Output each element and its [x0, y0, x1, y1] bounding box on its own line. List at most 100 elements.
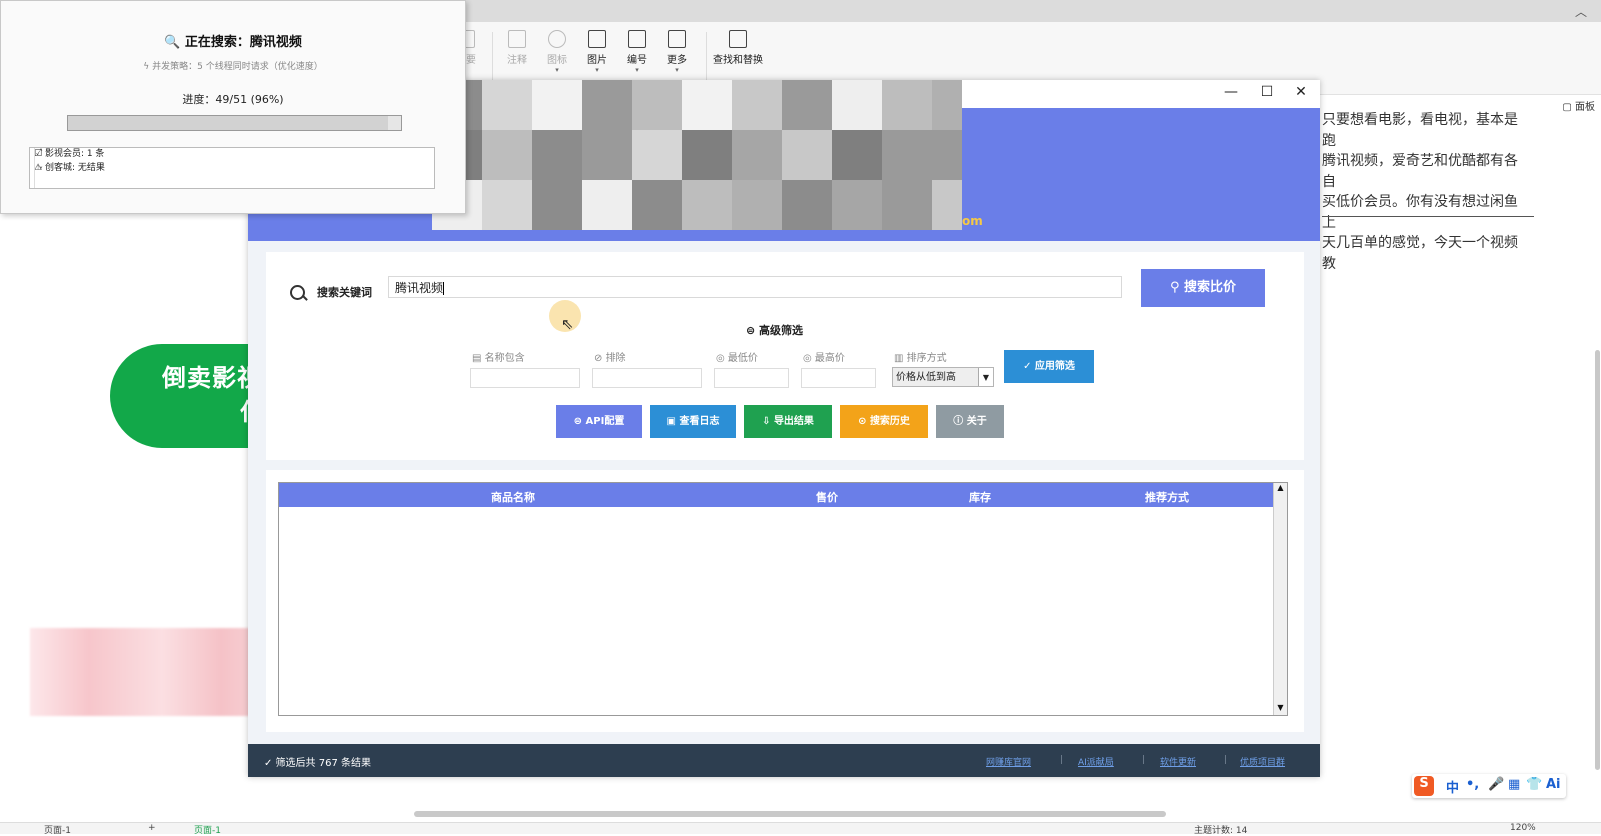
search-history-label: 搜索历史 [869, 416, 910, 427]
keyword-input[interactable]: 腾讯视频 [388, 276, 1122, 298]
mosaic-tile [932, 80, 962, 130]
mosaic-tile [882, 130, 932, 180]
column-header-name[interactable]: 商品名称 [491, 489, 535, 505]
add-page-icon[interactable]: + [148, 823, 156, 833]
scroll-down-icon[interactable]: ▼ [1274, 703, 1287, 715]
column-header-price[interactable]: 售价 [816, 489, 838, 505]
ribbon-tool-label: 编号 [627, 55, 647, 66]
view-log-label: 查看日志 [679, 416, 720, 427]
mosaic-tile [532, 130, 582, 180]
apply-filter-button[interactable]: ✓ 应用筛选 [1004, 350, 1094, 383]
max-price-label: ◎ 最高价 [803, 353, 845, 364]
search-log[interactable]: ☑ 影视会员: 1 条 ⚠ 创客城: 无结果 ˄ ˅ [29, 147, 435, 189]
mosaic-tile [732, 130, 782, 180]
footer-separator: | [1142, 755, 1146, 765]
link-software-update[interactable]: 软件更新 [1160, 755, 1196, 768]
skin-icon[interactable]: 👕 [1526, 777, 1542, 792]
export-results-button[interactable]: ⇩ 导出结果 [744, 405, 832, 438]
keyword-label: 搜索关键词 [317, 286, 372, 299]
column-header-recommend[interactable]: 推荐方式 [1145, 489, 1189, 505]
link-ai-bureau[interactable]: AI派献局 [1078, 755, 1114, 768]
minimize-icon[interactable]: — [1216, 84, 1246, 100]
search-history-button[interactable]: ⊙ 搜索历史 [840, 405, 928, 438]
api-config-label: API配置 [585, 416, 625, 427]
zoom-level[interactable]: 120% [1510, 823, 1536, 833]
ribbon-numbering-button[interactable]: 编号 ▾ [615, 30, 659, 74]
search-progress-dialog: 🔍 正在搜索：腾讯视频 ϟ 并发策略：5 个线程同时请求（优化速度） 进度：49… [0, 0, 466, 214]
document-horizontal-scrollbar[interactable] [414, 811, 1166, 817]
document-scrollbar[interactable] [1595, 350, 1600, 770]
mosaic-tile [932, 130, 962, 180]
search-compare-button[interactable]: ⚲ 搜索比价 [1141, 269, 1265, 307]
collapse-ribbon-icon[interactable]: ︿ [1575, 3, 1587, 20]
scroll-up-icon[interactable]: ▲ [1274, 483, 1287, 495]
keyboard-icon[interactable]: ▦ [1508, 777, 1520, 792]
ribbon-tool-label: 图片 [587, 55, 607, 66]
maximize-icon[interactable]: ☐ [1252, 84, 1282, 100]
view-log-button[interactable]: ▣ 查看日志 [650, 405, 736, 438]
ribbon-icon-button[interactable]: 图标 ▾ [535, 30, 579, 74]
link-project-group[interactable]: 优质项目群 [1240, 755, 1285, 768]
mosaic-tile [632, 80, 682, 130]
mosaic-tile [482, 180, 532, 230]
min-price-input[interactable] [714, 368, 789, 388]
mosaic-tile [482, 80, 532, 130]
sort-select[interactable]: 价格从低到高 ▼ [892, 367, 994, 387]
advanced-filter-title: ⊜ 高级筛选 [746, 324, 804, 337]
ribbon-find-replace-button[interactable]: 查找和替换 [710, 30, 766, 66]
log-scrollbar[interactable]: ˄ ˅ [34, 148, 47, 188]
name-contains-input[interactable] [470, 368, 580, 388]
page-selector[interactable]: 页面-1 [44, 823, 71, 836]
panel-toggle-button[interactable]: ▢ 面板 [1562, 98, 1595, 113]
dropdown-caret-icon: ▾ [595, 66, 599, 74]
ribbon-annotation-button[interactable]: 注释 [495, 30, 539, 66]
log-entry-text: 影视会员: 1 条 [44, 149, 105, 159]
progress-fill [68, 116, 388, 130]
mosaic-tile [582, 80, 632, 130]
sogou-logo-icon: S [1414, 776, 1434, 796]
dropdown-caret-icon: ▾ [675, 66, 679, 74]
ribbon-image-button[interactable]: 图片 ▾ [575, 30, 619, 74]
chinese-mode-icon[interactable]: 中 [1446, 777, 1459, 796]
ribbon-tool-label: 查找和替换 [713, 55, 763, 66]
ribbon-tool-label: 注释 [507, 55, 527, 66]
icon-library-icon [548, 30, 566, 48]
link-official-site[interactable]: 网赚库官网 [986, 755, 1031, 768]
mosaic-tile [682, 180, 732, 230]
column-header-stock[interactable]: 库存 [969, 489, 991, 505]
close-icon[interactable]: ✕ [1286, 84, 1316, 100]
ribbon-more-button[interactable]: 更多 ▾ [655, 30, 699, 74]
progress-bar [67, 115, 402, 131]
mosaic-tile [782, 180, 832, 230]
mosaic-tile [632, 130, 682, 180]
table-scrollbar[interactable]: ▲ ▼ [1273, 483, 1287, 715]
mosaic-tile [632, 180, 682, 230]
document-line: 只要想看电影，看电视，基本是跑 [1322, 112, 1518, 149]
progress-text: 进度：49/51 (96%) [182, 93, 284, 106]
sort-selected-value: 价格从低到高 [896, 372, 956, 383]
name-contains-label: ▤ 名称包含 [472, 353, 525, 364]
log-entry-text: 创客城: 无结果 [44, 163, 105, 173]
mosaic-tile [482, 130, 532, 180]
page-tab[interactable]: 页面-1 [194, 823, 221, 836]
image-icon [588, 30, 606, 48]
pixelated-censor [432, 80, 962, 230]
dropdown-caret-icon: ▾ [635, 66, 639, 74]
search-button-label: 搜索比价 [1184, 280, 1237, 295]
ai-icon[interactable]: Ai [1546, 777, 1561, 792]
mosaic-tile [582, 130, 632, 180]
header-domain-text: om [962, 214, 983, 228]
microphone-icon[interactable]: 🎤 [1488, 777, 1504, 792]
max-price-input[interactable] [801, 368, 876, 388]
about-button[interactable]: ⓘ 关于 [936, 405, 1004, 438]
punctuation-icon[interactable]: •, [1466, 777, 1479, 792]
keyword-value: 腾讯视频 [395, 281, 444, 295]
about-label: 关于 [966, 416, 987, 427]
exclude-input[interactable] [592, 368, 702, 388]
document-line: 买低价会员。你有没有想过闲鱼上 [1322, 194, 1518, 231]
mosaic-tile [882, 80, 932, 130]
ime-toolbar[interactable]: S 中 •, 🎤 ▦ 👕 Ai [1412, 774, 1566, 798]
api-config-button[interactable]: ⊜ API配置 [556, 405, 642, 438]
results-table[interactable]: 商品名称 售价 库存 推荐方式 ▲ ▼ [278, 482, 1288, 716]
word-count: 主题计数: 14 [1194, 826, 1248, 836]
